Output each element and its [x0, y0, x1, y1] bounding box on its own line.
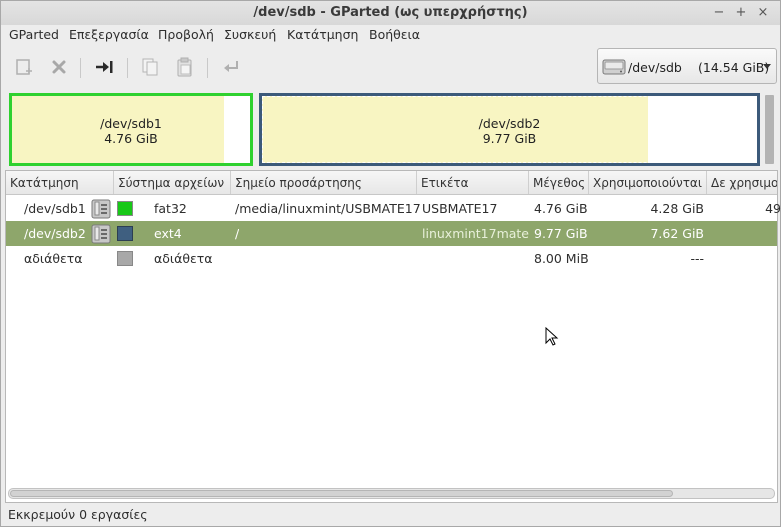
- toolbar-separator: [207, 58, 208, 78]
- title-bar[interactable]: /dev/sdb - GParted (ως υπερχρήστης) − + …: [1, 1, 780, 25]
- cell-size: 8.00 MiB: [534, 251, 589, 266]
- diskmap-partition-sdb1[interactable]: /dev/sdb1 4.76 GiB: [9, 93, 253, 166]
- resize-move-button[interactable]: [93, 56, 115, 78]
- disk-map: /dev/sdb1 4.76 GiB /dev/sdb2 9.77 GiB: [6, 93, 762, 166]
- pending-operations-status: Εκκρεμούν 0 εργασίες: [8, 507, 148, 522]
- device-selector[interactable]: /dev/sdb (14.54 GiB): [597, 48, 777, 84]
- paste-button[interactable]: [174, 56, 196, 78]
- menu-view[interactable]: Προβολή: [158, 27, 214, 42]
- maximize-button[interactable]: +: [732, 4, 750, 22]
- mounted-key-icon: [91, 199, 111, 219]
- cell-filesystem: ext4: [154, 226, 182, 241]
- toolbar: /dev/sdb (14.54 GiB): [1, 46, 780, 90]
- filesystem-color-swatch: [117, 251, 133, 266]
- column-header-size[interactable]: Μέγεθος: [529, 171, 589, 194]
- minimize-button[interactable]: −: [710, 4, 728, 22]
- partition-size: 9.77 GiB: [482, 131, 537, 146]
- table-row[interactable]: /dev/sdb2 ext4 / linuxmint17mate 9.77 GiB 7.6…: [6, 221, 777, 246]
- cell-partition: αδιάθετα: [24, 251, 83, 266]
- new-partition-button[interactable]: [13, 56, 35, 78]
- cell-unused: 49: [765, 201, 781, 216]
- delete-icon: [52, 60, 66, 74]
- menu-device[interactable]: Συσκευή: [224, 27, 276, 42]
- filesystem-color-swatch: [117, 201, 133, 216]
- column-header-mountpoint[interactable]: Σημείο προσάρτησης: [231, 171, 417, 194]
- new-partition-icon: [16, 59, 32, 75]
- undo-button[interactable]: [220, 56, 242, 78]
- partition-name: /dev/sdb1: [100, 116, 162, 131]
- cell-partition: /dev/sdb2: [24, 226, 86, 241]
- partition-name: /dev/sdb2: [478, 116, 541, 131]
- horizontal-scrollbar[interactable]: [8, 488, 775, 499]
- harddisk-icon: [602, 59, 626, 75]
- cell-mountpoint: /: [235, 226, 240, 241]
- delete-button[interactable]: [48, 56, 70, 78]
- close-button[interactable]: ×: [754, 4, 772, 22]
- cell-partition: /dev/sdb1: [24, 201, 86, 216]
- device-name: /dev/sdb: [628, 60, 682, 75]
- device-size: (14.54 GiB): [698, 60, 770, 75]
- menu-help[interactable]: Βοήθεια: [369, 27, 420, 42]
- window-title: /dev/sdb - GParted (ως υπερχρήστης): [253, 5, 528, 20]
- table-row[interactable]: αδιάθετα αδιάθετα 8.00 MiB ---: [6, 246, 777, 271]
- column-header-filesystem[interactable]: Σύστημα αρχείων: [114, 171, 231, 194]
- undo-icon: [224, 61, 238, 72]
- menu-partition[interactable]: Κατάτμηση: [287, 27, 358, 42]
- cell-unused: [707, 246, 781, 271]
- filesystem-color-swatch: [117, 226, 133, 241]
- toolbar-separator: [127, 58, 128, 78]
- column-header-unused[interactable]: Δε χρησιμο: [707, 171, 777, 194]
- diskmap-partition-sdb2[interactable]: /dev/sdb2 9.77 GiB: [259, 93, 760, 166]
- copy-icon: [142, 58, 158, 76]
- column-header-used[interactable]: Χρησιμοποιούνται: [589, 171, 707, 194]
- cell-label: USBMATE17: [422, 201, 498, 216]
- toolbar-separator: [80, 58, 81, 78]
- table-row[interactable]: /dev/sdb1 fat32/media/linuxmint/USBMATE17…: [6, 196, 781, 221]
- gparted-window: /dev/sdb - GParted (ως υπερχρήστης) − + …: [0, 0, 781, 527]
- menu-gparted[interactable]: GParted: [9, 27, 59, 42]
- paste-icon: [177, 57, 192, 77]
- cell-label: linuxmint17mate: [422, 226, 529, 241]
- cell-used: ---: [690, 251, 704, 266]
- cell-size: 9.77 GiB: [534, 226, 588, 241]
- copy-button[interactable]: [139, 56, 161, 78]
- chevron-down-icon: [763, 64, 771, 69]
- resize-move-icon: [96, 61, 113, 73]
- scrollbar-thumb[interactable]: [10, 490, 673, 497]
- mounted-key-icon: [91, 224, 111, 244]
- cell-unused: [707, 221, 781, 246]
- partition-table: Κατάτμηση Σύστημα αρχείων Σημείο προσάρτ…: [5, 170, 781, 503]
- diskmap-scrollbar[interactable]: [765, 95, 774, 164]
- cell-filesystem: αδιάθετα: [154, 251, 213, 266]
- status-bar: Εκκρεμούν 0 εργασίες: [1, 504, 780, 526]
- cell-used: 7.62 GiB: [650, 226, 704, 241]
- table-header: Κατάτμηση Σύστημα αρχείων Σημείο προσάρτ…: [6, 171, 777, 195]
- cell-filesystem: fat32: [154, 201, 187, 216]
- cell-used: 4.28 GiB: [650, 201, 704, 216]
- partition-size: 4.76 GiB: [104, 131, 158, 146]
- menu-edit[interactable]: Επεξεργασία: [69, 27, 149, 42]
- column-header-label[interactable]: Ετικέτα: [417, 171, 529, 194]
- cell-mountpoint: /media/linuxmint/USBMATE17: [235, 201, 421, 216]
- menu-bar: GParted Επεξεργασία Προβολή Συσκευή Κατά…: [1, 25, 780, 46]
- column-header-partition[interactable]: Κατάτμηση: [6, 171, 114, 194]
- cell-size: 4.76 GiB: [534, 201, 588, 216]
- mouse-cursor-icon: [545, 327, 559, 346]
